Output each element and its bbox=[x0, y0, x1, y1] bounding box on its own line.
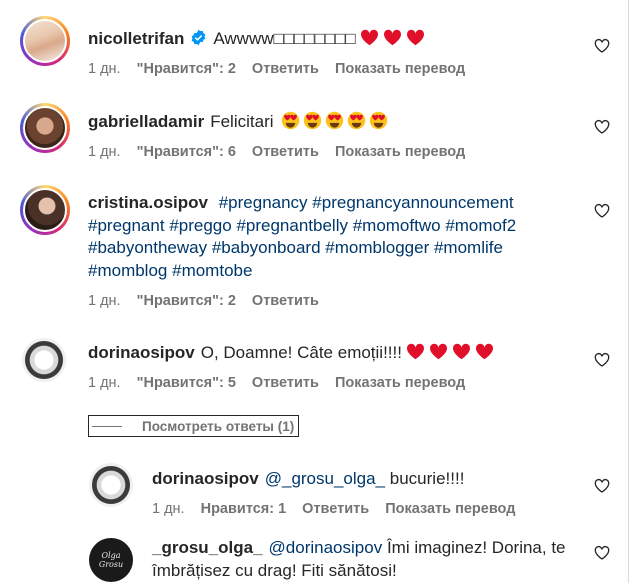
hashtag-link[interactable]: #momtobe bbox=[172, 261, 252, 280]
heart-eyes-emoji-icon bbox=[304, 111, 322, 130]
translate-button[interactable]: Показать перевод bbox=[335, 144, 465, 160]
avatar[interactable]: Olga Grosu bbox=[89, 538, 133, 582]
reply-time[interactable]: 1 дн. bbox=[152, 501, 185, 517]
translate-button[interactable]: Показать перевод bbox=[385, 501, 515, 517]
reply-button[interactable]: Ответить bbox=[252, 144, 319, 160]
comment-item: nicolletrifan Awwww□□□□□□□□ 1 дн. "Нравит… bbox=[0, 0, 628, 95]
like-heart-icon[interactable] bbox=[594, 119, 610, 135]
comment-time[interactable]: 1 дн. bbox=[88, 61, 121, 77]
view-replies-label: Посмотреть ответы (1) bbox=[142, 418, 295, 434]
hashtag-link[interactable]: #momlife bbox=[434, 238, 503, 257]
hashtag-link[interactable]: #babyontheway bbox=[88, 238, 207, 257]
like-heart-icon[interactable] bbox=[594, 545, 610, 561]
hashtag-link[interactable]: #momblogger bbox=[325, 238, 429, 257]
avatar[interactable] bbox=[89, 463, 133, 507]
likes-count[interactable]: Нравится: 1 bbox=[201, 501, 287, 517]
comment-username[interactable]: gabrielladamir bbox=[88, 112, 204, 131]
heart-eyes-emoji-icon bbox=[370, 111, 388, 130]
avatar[interactable] bbox=[20, 185, 70, 235]
red-heart-emoji-icon bbox=[360, 29, 378, 46]
reply-item: dorinaosipov @_grosu_olga_ bucurie!!!! 1 … bbox=[0, 455, 628, 535]
reply-username[interactable]: _grosu_olga_ bbox=[152, 538, 263, 557]
hashtag-link[interactable]: #babyonboard bbox=[212, 238, 321, 257]
like-heart-icon[interactable] bbox=[594, 352, 610, 368]
translate-button[interactable]: Показать перевод bbox=[335, 375, 465, 391]
comment-time[interactable]: 1 дн. bbox=[88, 375, 121, 391]
like-heart-icon[interactable] bbox=[594, 478, 610, 494]
comments-panel: nicolletrifan Awwww□□□□□□□□ 1 дн. "Нравит… bbox=[0, 0, 629, 583]
mention-link[interactable]: @dorinaosipov bbox=[269, 538, 383, 557]
hashtag-link[interactable]: #pregnancy bbox=[219, 193, 308, 212]
red-heart-emoji-icon bbox=[406, 343, 425, 360]
comment-username[interactable]: nicolletrifan bbox=[88, 29, 184, 48]
heart-eyes-emoji-icon bbox=[282, 111, 300, 130]
comment-item: gabrielladamir Felicitari 1 дн. "Нравится… bbox=[0, 95, 628, 180]
hashtag-list: cristina.osipov #pregnancy #pregnancyann… bbox=[88, 192, 558, 282]
hashtag-link[interactable]: #momblog bbox=[88, 261, 167, 280]
hashtag-link[interactable]: #momof2 bbox=[445, 216, 516, 235]
likes-count[interactable]: "Нравится": 2 bbox=[137, 293, 236, 309]
hashtag-link[interactable]: #pregnant bbox=[88, 216, 165, 235]
reply-item: Olga Grosu _grosu_olga_ @dorinaosipov Îmi… bbox=[0, 535, 628, 583]
mention-link[interactable]: @_grosu_olga_ bbox=[265, 469, 385, 488]
avatar[interactable] bbox=[20, 103, 70, 153]
red-heart-emoji-icon bbox=[383, 29, 401, 46]
comment-username[interactable]: dorinaosipov bbox=[88, 343, 195, 362]
comment-text: O, Doamne! Câte emoții!!!! bbox=[200, 343, 402, 362]
hashtag-link[interactable]: #pregnantbelly bbox=[236, 216, 348, 235]
comment-text: Awwww□□□□□□□□ bbox=[213, 29, 356, 48]
view-replies-button[interactable]: Посмотреть ответы (1) bbox=[88, 415, 299, 437]
like-heart-icon[interactable] bbox=[594, 38, 610, 54]
hashtag-link[interactable]: #momoftwo bbox=[353, 216, 441, 235]
avatar-logo-text: Olga Grosu bbox=[98, 551, 124, 569]
comment-username[interactable]: cristina.osipov bbox=[88, 193, 208, 212]
reply-text: bucurie!!!! bbox=[389, 469, 465, 488]
likes-count[interactable]: "Нравится": 6 bbox=[137, 144, 236, 160]
heart-eyes-emoji-icon bbox=[326, 111, 344, 130]
comment-text: Felicitari bbox=[210, 112, 274, 131]
like-heart-icon[interactable] bbox=[594, 203, 610, 219]
reply-button[interactable]: Ответить bbox=[252, 61, 319, 77]
verified-badge-icon bbox=[191, 29, 206, 46]
reply-button[interactable]: Ответить bbox=[302, 501, 369, 517]
reply-button[interactable]: Ответить bbox=[252, 375, 319, 391]
avatar[interactable] bbox=[22, 338, 66, 382]
red-heart-emoji-icon bbox=[406, 29, 424, 46]
red-heart-emoji-icon bbox=[452, 343, 471, 360]
comment-item: cristina.osipov #pregnancy #pregnancyann… bbox=[0, 180, 628, 330]
likes-count[interactable]: "Нравится": 5 bbox=[137, 375, 236, 391]
red-heart-emoji-icon bbox=[475, 343, 494, 360]
comment-time[interactable]: 1 дн. bbox=[88, 144, 121, 160]
red-heart-emoji-icon bbox=[429, 343, 448, 360]
translate-button[interactable]: Показать перевод bbox=[335, 61, 465, 77]
divider-line bbox=[92, 425, 122, 427]
likes-count[interactable]: "Нравится": 2 bbox=[137, 61, 236, 77]
comment-item: dorinaosipov O, Doamne! Câte emoții!!!! 1… bbox=[0, 330, 628, 405]
reply-button[interactable]: Ответить bbox=[252, 293, 319, 309]
avatar[interactable] bbox=[20, 16, 70, 66]
hashtag-link[interactable]: #pregnancyannouncement bbox=[312, 193, 513, 212]
reply-username[interactable]: dorinaosipov bbox=[152, 469, 259, 488]
comment-time[interactable]: 1 дн. bbox=[88, 293, 121, 309]
heart-eyes-emoji-icon bbox=[348, 111, 366, 130]
hashtag-link[interactable]: #preggo bbox=[169, 216, 231, 235]
